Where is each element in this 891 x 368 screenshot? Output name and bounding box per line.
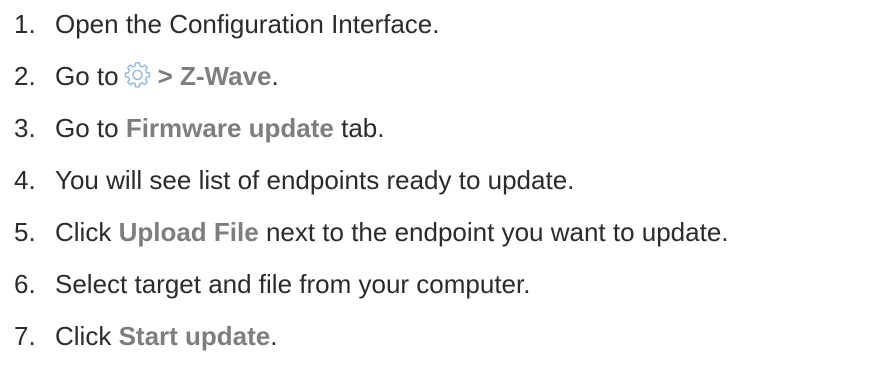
step-3: 3. Go to Firmware update tab. [0, 108, 891, 160]
step-text: You will see list of endpoints ready to … [55, 165, 575, 195]
step-suffix: next to the endpoint you want to update. [265, 217, 729, 247]
instruction-list: 1. Open the Configuration Interface. 2. Go… [0, 4, 891, 368]
step-number: 3. [14, 113, 36, 143]
z-wave-label: Z-Wave [180, 61, 272, 91]
step-number: 2. [14, 61, 36, 91]
step-suffix: . [270, 321, 278, 351]
step-prefix: Go to [55, 61, 119, 91]
menu-separator: > [157, 61, 173, 91]
step-suffix: tab. [341, 113, 385, 143]
step-prefix: Click [55, 321, 112, 351]
step-4: 4. You will see list of endpoints ready t… [0, 160, 891, 212]
step-text: Select target and file from your compute… [55, 269, 531, 299]
start-update-label: Start update [118, 321, 271, 351]
step-text: Open the Configuration Interface. [55, 9, 440, 39]
step-prefix: Go to [55, 113, 119, 143]
step-suffix: . [271, 61, 279, 91]
step-number: 5. [14, 217, 36, 247]
step-number: 4. [14, 165, 36, 195]
step-6: 6. Select target and file from your compu… [0, 264, 891, 316]
step-7: 7. Click Start update. [0, 316, 891, 368]
step-number: 1. [14, 9, 36, 39]
step-prefix: Click [55, 217, 112, 247]
step-5: 5. Click Upload File next to the endpoint… [0, 212, 891, 264]
step-number: 7. [14, 321, 36, 351]
upload-file-label: Upload File [118, 217, 259, 247]
firmware-update-tab-label: Firmware update [125, 113, 334, 143]
step-1: 1. Open the Configuration Interface. [0, 4, 891, 56]
gear-icon [124, 62, 150, 88]
step-2: 2. Go to > Z-Wave. [0, 56, 891, 108]
step-number: 6. [14, 269, 36, 299]
